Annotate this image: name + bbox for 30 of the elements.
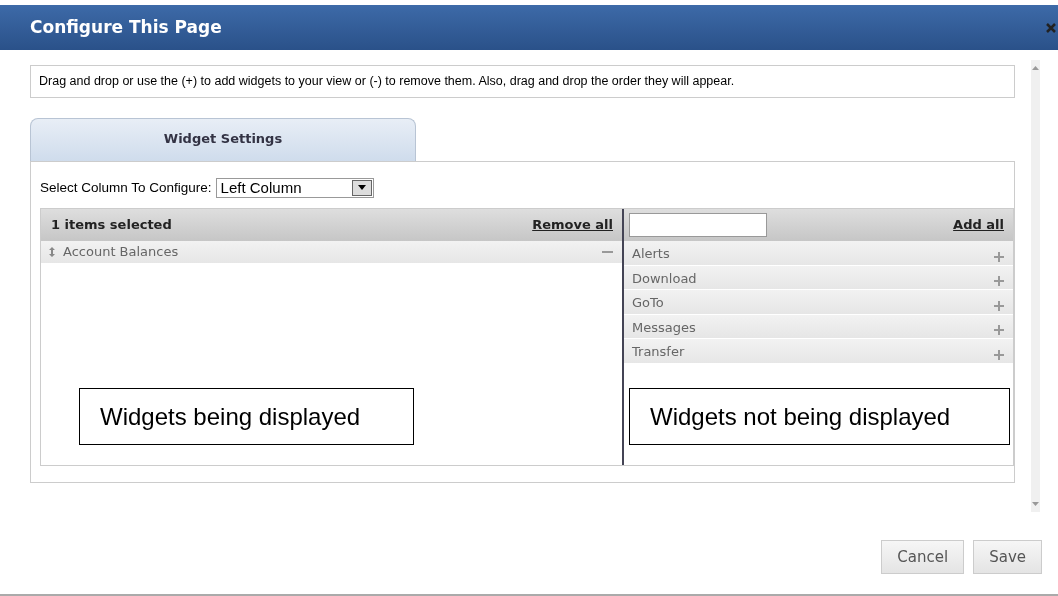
close-icon[interactable] <box>1046 22 1056 33</box>
scroll-up-icon[interactable] <box>1032 66 1039 70</box>
plus-icon[interactable] <box>994 349 1004 360</box>
widget-item[interactable]: Messages <box>632 317 696 337</box>
search-field[interactable] <box>629 213 767 237</box>
instruction-text: Drag and drop or use the (+) to add widgets to your view or (-) to remove them. Also, drag and drop the order they will appear. <box>30 65 1015 98</box>
select-label: Select Column To Configure: <box>40 178 212 197</box>
widget-item[interactable]: Alerts <box>632 244 670 264</box>
scrollbar[interactable] <box>1031 60 1040 512</box>
annotation-callout: Widgets not being displayed <box>629 388 1010 445</box>
caret-icon <box>357 185 366 191</box>
plus-icon[interactable] <box>994 300 1004 311</box>
column-dropdown[interactable]: Left Column <box>215 177 374 198</box>
remove-all-link[interactable]: Remove all <box>532 215 613 235</box>
widget-item[interactable]: Account Balances <box>63 242 179 262</box>
widget-item[interactable]: Download <box>632 268 697 288</box>
dialog-button[interactable]: Cancel <box>881 540 965 574</box>
add-all-link[interactable]: Add all <box>953 215 1004 235</box>
scroll-down-icon[interactable] <box>1032 502 1039 506</box>
widget-item[interactable]: GoTo <box>632 293 664 313</box>
widget-item[interactable]: Transfer <box>632 342 685 362</box>
tab[interactable]: Widget Settings <box>30 117 416 161</box>
drag-handle-icon[interactable] <box>49 247 55 257</box>
plus-icon[interactable] <box>994 276 1004 287</box>
plus-icon[interactable] <box>994 251 1004 262</box>
dialog-title: Configure This Page <box>30 17 222 38</box>
dialog-button[interactable]: Save <box>973 540 1042 574</box>
selected-count: 1 items selected <box>51 216 172 235</box>
annotation-callout: Widgets being displayed <box>79 388 414 445</box>
plus-icon[interactable] <box>994 325 1004 336</box>
